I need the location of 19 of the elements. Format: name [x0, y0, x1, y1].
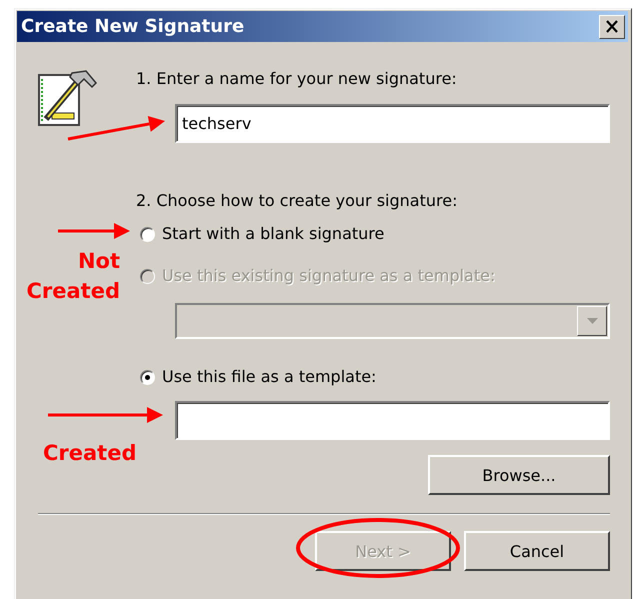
- window-title: Create New Signature: [21, 16, 244, 37]
- annotation-arrow: [58, 223, 130, 239]
- name-prompt: 1. Enter a name for your new signature:: [136, 69, 458, 89]
- browse-button[interactable]: Browse...: [428, 455, 610, 495]
- signature-edit-icon: [38, 69, 98, 127]
- method-prompt: 2. Choose how to create your signature:: [136, 191, 458, 211]
- annotation-note: Not Created: [26, 248, 120, 305]
- close-button[interactable]: [599, 14, 625, 38]
- radio-label: Use this existing signature as a template:: [162, 266, 496, 286]
- file-path-field[interactable]: [175, 401, 610, 440]
- close-icon: [605, 20, 619, 33]
- signature-dropdown[interactable]: [175, 303, 610, 339]
- radio-button[interactable]: [140, 226, 155, 242]
- annotation-note: Created: [43, 440, 138, 467]
- radio-button[interactable]: [140, 370, 155, 384]
- signature-name-field[interactable]: techserv: [175, 104, 610, 143]
- radio-label: Start with a blank signature: [162, 224, 384, 244]
- cancel-button[interactable]: Cancel: [464, 531, 610, 571]
- radio-label: Use this file as a template:: [162, 367, 376, 387]
